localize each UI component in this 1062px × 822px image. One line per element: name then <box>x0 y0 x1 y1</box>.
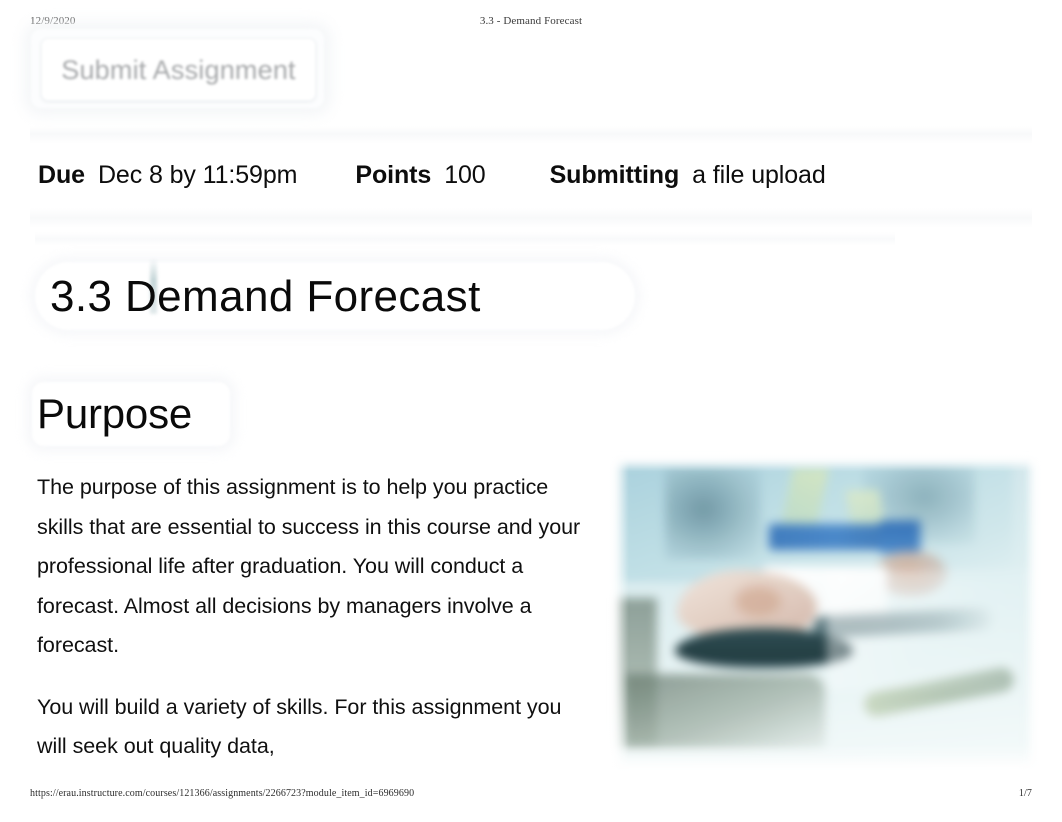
decorative-photo <box>617 462 1032 765</box>
assignment-submitting-group: Submitting a file upload <box>550 161 826 190</box>
due-value: Dec 8 by 11:59pm <box>97 161 298 189</box>
assignment-due-group: Due Dec 8 by 11:59pm <box>38 161 297 190</box>
assignment-meta-row: Due Dec 8 by 11:59pm Points 100 Submitti… <box>38 161 826 190</box>
submit-assignment-button[interactable]: Submit Assignment <box>31 29 324 108</box>
divider-band-bottom <box>30 208 1032 228</box>
submitting-value: a file upload <box>692 161 826 189</box>
submitting-label: Submitting <box>549 161 680 189</box>
submit-assignment-button-surface: Submit Assignment <box>41 38 316 101</box>
body-paragraph: You will build a variety of skills. For … <box>37 694 562 759</box>
divider-band-top <box>30 126 1032 144</box>
page-title: 3.3 Demand Forecast <box>50 272 481 321</box>
due-label: Due <box>38 161 85 189</box>
print-footer-page-indicator: 1/7 <box>1018 788 1032 799</box>
body-text-column: The purpose of this assignment is to hel… <box>37 468 593 789</box>
divider-band-secondary <box>35 232 895 246</box>
print-header-title: 3.3 - Demand Forecast <box>479 15 583 27</box>
print-footer-url: https://erau.instructure.com/courses/121… <box>30 788 415 799</box>
points-label: Points <box>355 161 432 189</box>
points-value: 100 <box>444 161 486 189</box>
assignment-points-group: Points 100 <box>355 161 485 190</box>
submit-assignment-label: Submit Assignment <box>61 55 296 85</box>
section-heading-purpose: Purpose <box>37 390 193 437</box>
printed-assignment-page: 12/9/2020 3.3 - Demand Forecast Submit A… <box>0 0 1062 822</box>
body-paragraph: The purpose of this assignment is to hel… <box>37 475 581 657</box>
